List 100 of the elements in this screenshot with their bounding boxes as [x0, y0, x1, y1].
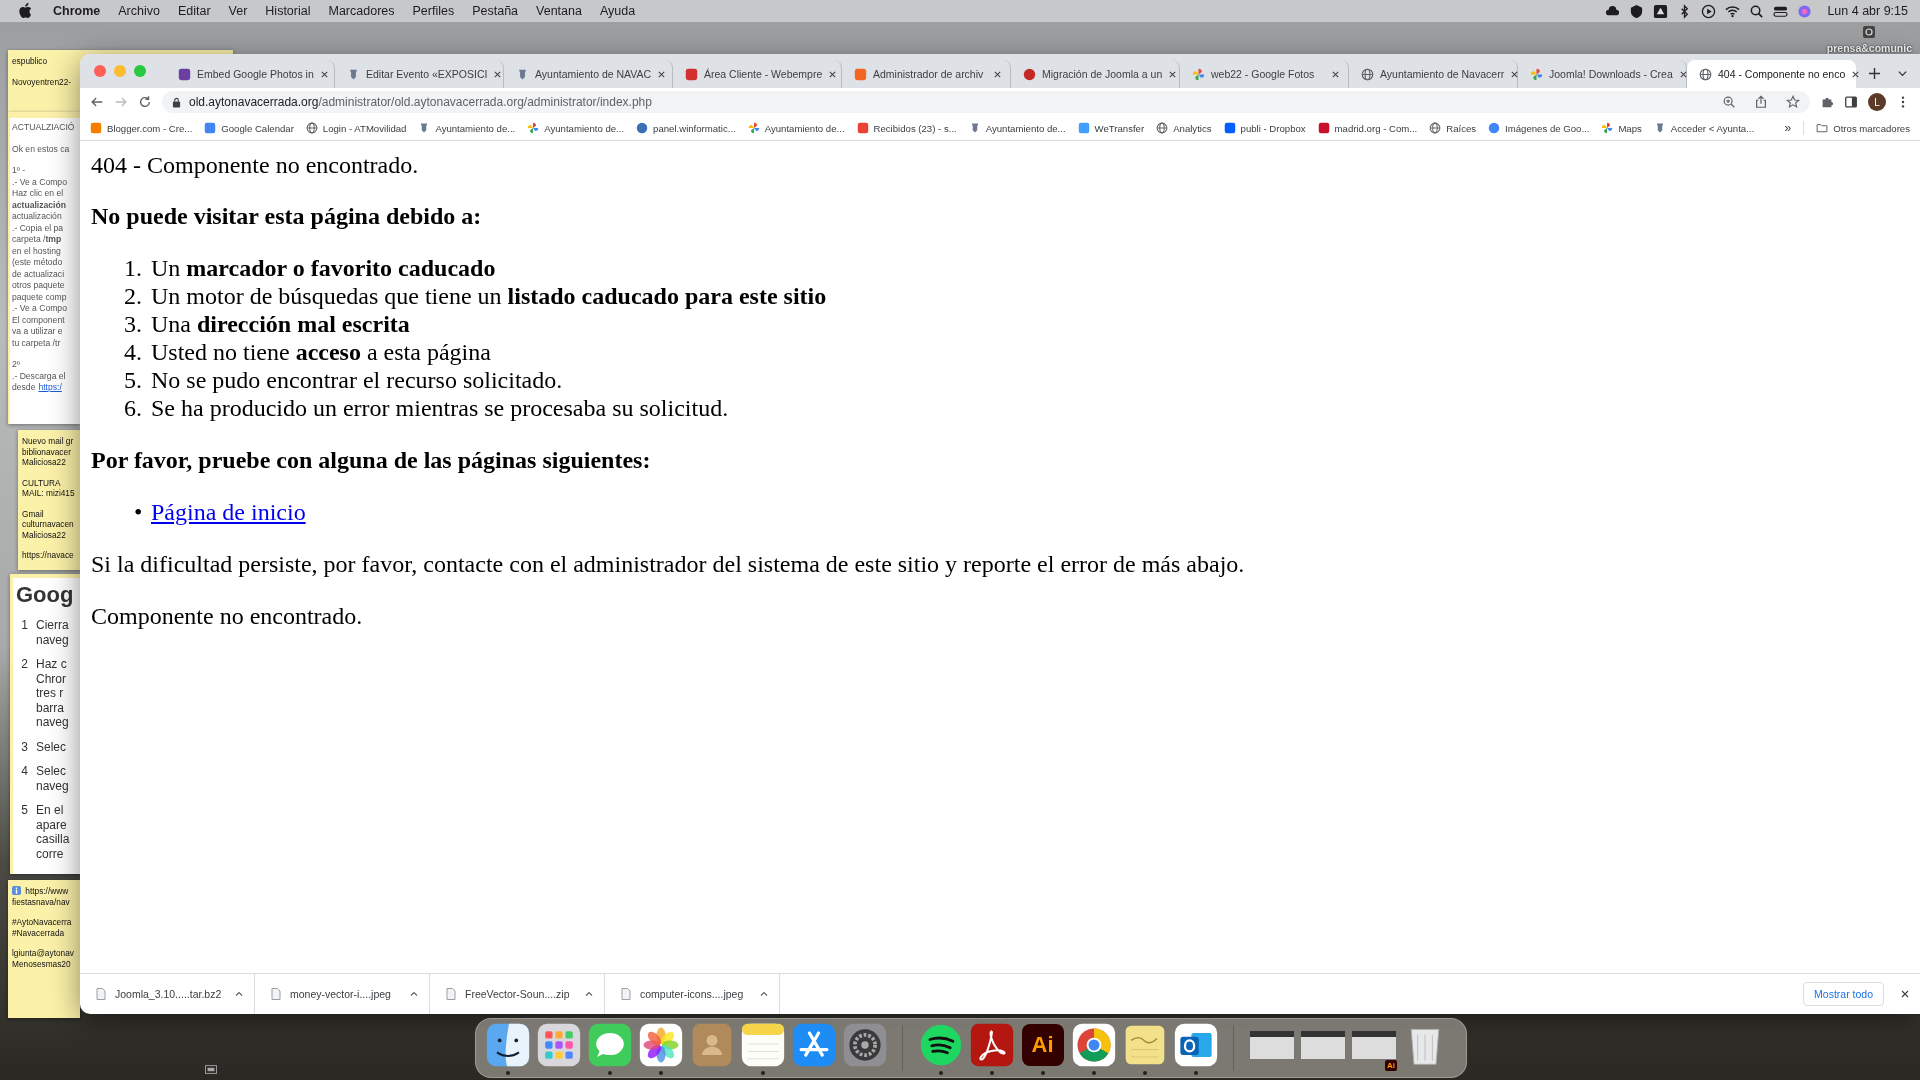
- notepad-icon[interactable]: [739, 1021, 786, 1068]
- play-icon[interactable]: [1701, 3, 1717, 19]
- chevron-down-icon[interactable]: [1897, 68, 1908, 79]
- lock-icon: [172, 96, 181, 108]
- bookmark[interactable]: Analytics: [1156, 122, 1212, 134]
- more-bookmarks-button[interactable]: »: [1784, 121, 1792, 135]
- caret-up-icon[interactable]: [409, 989, 419, 999]
- close-icon[interactable]: [1510, 69, 1520, 79]
- browser-tab[interactable]: Embed Google Photos in: [166, 60, 335, 88]
- close-icon[interactable]: [657, 69, 667, 79]
- address-bar[interactable]: old.aytonavacerrada.org/administrator/old.aytonavacerrada.org/administrator/index.php: [162, 91, 1810, 113]
- caret-up-icon[interactable]: [759, 989, 769, 999]
- search-icon[interactable]: [1749, 3, 1765, 19]
- window-thumbnail[interactable]: [1350, 1029, 1397, 1060]
- close-icon[interactable]: [493, 69, 503, 79]
- finder-icon[interactable]: [484, 1021, 531, 1068]
- profile-avatar[interactable]: L: [1868, 93, 1886, 111]
- menu-item[interactable]: Marcadores: [319, 4, 404, 18]
- bookmark[interactable]: publi - Dropbox: [1223, 122, 1306, 134]
- show-all-button[interactable]: Mostrar todo: [1803, 982, 1884, 1006]
- window-thumbnail[interactable]: [1248, 1029, 1295, 1060]
- flower-icon[interactable]: [637, 1021, 684, 1068]
- other-bookmarks-folder[interactable]: Otros marcadores: [1816, 122, 1910, 134]
- close-icon[interactable]: [993, 69, 1002, 79]
- close-icon[interactable]: [828, 69, 838, 79]
- reload-icon[interactable]: [138, 95, 152, 109]
- note-text: ACTUALZIACIÓ: [12, 122, 76, 134]
- menu-item[interactable]: Editar: [168, 4, 220, 18]
- browser-tab[interactable]: Ayuntamiento de NAVAC: [504, 60, 673, 88]
- bookmark[interactable]: Blogger.com - Cre...: [90, 122, 193, 134]
- bookmark[interactable]: Login - ATMovilidad: [305, 122, 407, 134]
- window-thumbnail[interactable]: [1299, 1029, 1346, 1060]
- new-tab-icon[interactable]: [1868, 67, 1881, 80]
- menu-item[interactable]: Pestaña: [463, 4, 528, 18]
- close-icon[interactable]: [1331, 69, 1340, 79]
- menu-item[interactable]: Historial: [256, 4, 320, 18]
- clock[interactable]: Lun 4 abr 9:15: [1827, 4, 1908, 18]
- caret-up-icon[interactable]: [234, 989, 244, 999]
- bookmark[interactable]: Recibidos (23) - s...: [856, 122, 957, 134]
- browser-tab[interactable]: Migración de Joomla a un: [1011, 60, 1180, 88]
- note-text: lgiunta@aytonav Menosesmas20: [12, 948, 74, 969]
- bookmark[interactable]: Ayuntamiento de...: [418, 122, 516, 134]
- note-text: Gmail culturnavacen Maliciosa22: [22, 508, 74, 540]
- note-link[interactable]: https:/: [38, 382, 62, 394]
- bookmark[interactable]: WeTransfer: [1077, 122, 1145, 134]
- step-text: Haz c Chror tres r barra naveg: [36, 657, 69, 730]
- apple-logo-icon[interactable]: [18, 3, 32, 19]
- menu-item[interactable]: Ventana: [527, 4, 591, 18]
- screenshot-file-icon[interactable]: [1861, 24, 1878, 40]
- note-text: Ok en estos ca: [12, 143, 71, 155]
- back-icon[interactable]: [90, 95, 104, 109]
- bookmark[interactable]: panel.winformatic...: [636, 122, 736, 134]
- puzzle-icon[interactable]: [1820, 95, 1834, 109]
- home-page-link[interactable]: Página de inicio: [151, 498, 306, 526]
- app-store-icon[interactable]: [790, 1021, 837, 1068]
- menu-item[interactable]: Perfiles: [403, 4, 464, 18]
- close-icon[interactable]: [319, 69, 329, 79]
- shield-icon[interactable]: [1629, 3, 1645, 19]
- mail-app-icon[interactable]: [1172, 1021, 1219, 1068]
- star-icon[interactable]: [1786, 95, 1800, 109]
- bookmark[interactable]: Ayuntamiento de...: [747, 122, 845, 134]
- gear-icon[interactable]: [841, 1021, 888, 1068]
- close-icon[interactable]: [1168, 69, 1178, 79]
- download-item[interactable]: Joomla_3.10.....tar.bz2: [80, 974, 255, 1014]
- illustrator-app-icon[interactable]: Ai: [1021, 1023, 1064, 1066]
- chat-bubble-icon[interactable]: [586, 1021, 633, 1068]
- bookmark[interactable]: Imágenes de Goo...: [1488, 122, 1590, 134]
- folder-icon: [1816, 122, 1829, 134]
- close-icon[interactable]: [1900, 989, 1910, 999]
- close-icon[interactable]: [1678, 69, 1688, 79]
- pdf-reader-icon[interactable]: [968, 1021, 1015, 1068]
- browser-tab[interactable]: Editar Evento «EXPOSICI: [335, 60, 504, 88]
- caret-up-icon[interactable]: [584, 989, 594, 999]
- bookmark[interactable]: Google Calendar: [204, 122, 294, 134]
- browser-tab[interactable]: web22 - Google Fotos: [1180, 60, 1349, 88]
- bookmark[interactable]: Maps: [1601, 122, 1642, 134]
- menu-item[interactable]: Ayuda: [590, 4, 645, 18]
- reason-item: No se pudo encontrar el recurso solicitado.: [151, 366, 563, 394]
- bookmark[interactable]: Ayuntamiento de...: [527, 122, 625, 134]
- bookmark[interactable]: Acceder < Ayunta...: [1653, 122, 1755, 134]
- chrome-logo-icon[interactable]: [1070, 1021, 1117, 1068]
- zoom-icon[interactable]: [1722, 95, 1736, 109]
- wifi-icon[interactable]: [1725, 3, 1741, 19]
- browser-tab[interactable]: Área Cliente - Webempre: [673, 60, 842, 88]
- browser-tab[interactable]: Administrador de archiv: [842, 60, 1011, 88]
- close-icon[interactable]: [1851, 69, 1861, 79]
- menu-item[interactable]: Chrome: [44, 4, 110, 18]
- bookmark[interactable]: Ayuntamiento de...: [968, 122, 1066, 134]
- bookmark[interactable]: Raíces: [1429, 122, 1477, 134]
- bookmark[interactable]: madrid.org - Com...: [1317, 122, 1418, 134]
- pinwheel-icon: [1530, 67, 1543, 81]
- download-item[interactable]: computer-icons....jpeg: [605, 974, 780, 1014]
- download-item[interactable]: FreeVector-Soun....zip: [430, 974, 605, 1014]
- download-item[interactable]: money-vector-i....jpeg: [255, 974, 430, 1014]
- browser-tab[interactable]: 404 - Componente no enco: [1687, 60, 1856, 88]
- menu-item[interactable]: Ver: [219, 4, 257, 18]
- browser-tab[interactable]: Ayuntamiento de Navacerr: [1349, 60, 1518, 88]
- side-panel-icon[interactable]: [1844, 95, 1858, 109]
- menu-item[interactable]: Archivo: [109, 4, 169, 18]
- share-icon[interactable]: [1754, 95, 1768, 109]
